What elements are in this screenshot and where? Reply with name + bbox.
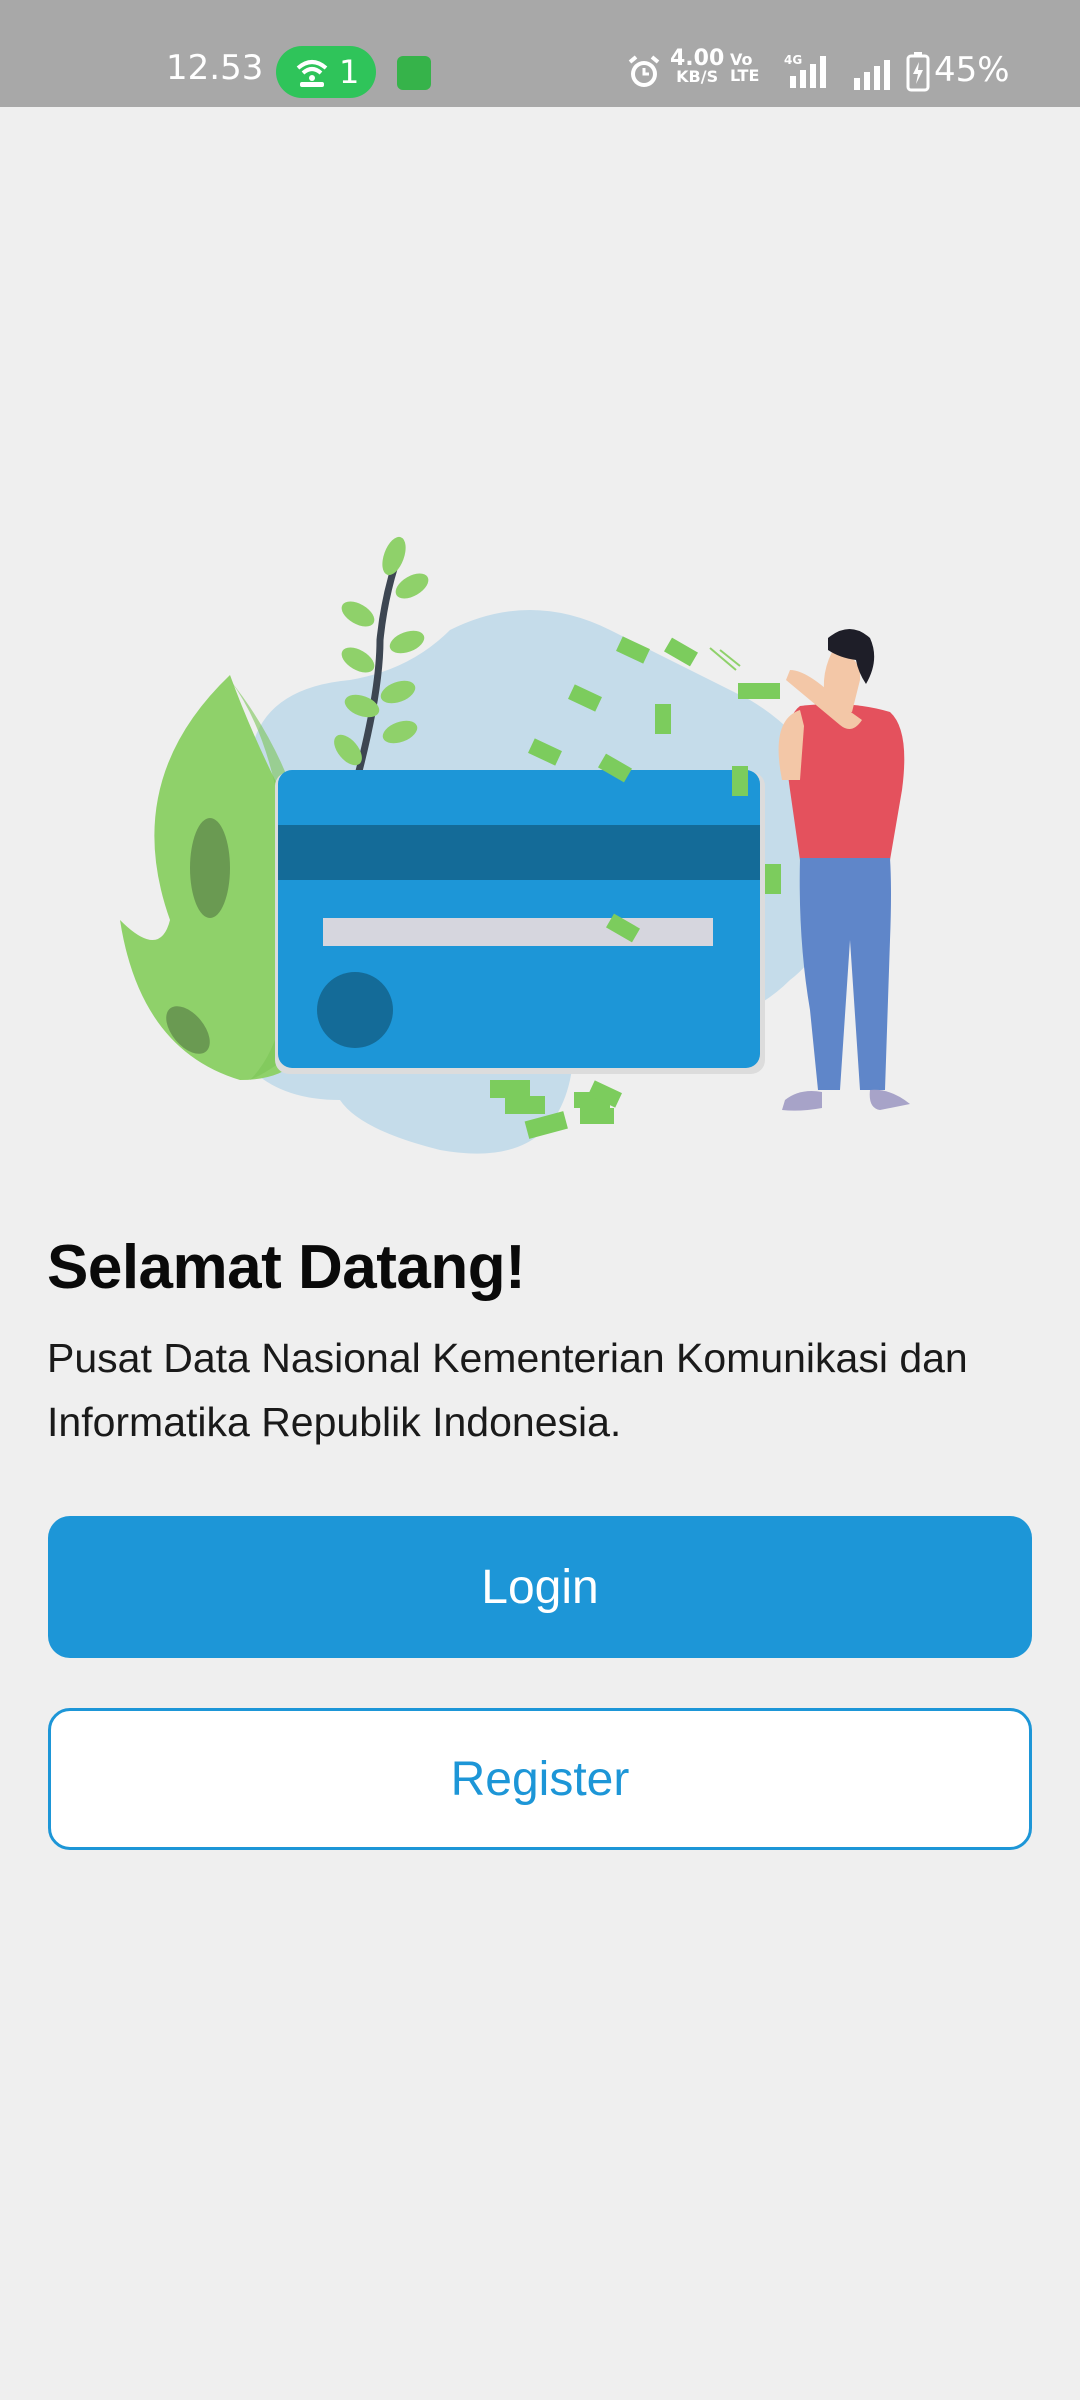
battery-charging-icon xyxy=(906,52,930,92)
status-time: 12.53 xyxy=(166,48,264,88)
svg-text:4G: 4G xyxy=(784,53,802,67)
welcome-description: Pusat Data Nasional Kementerian Komunika… xyxy=(47,1335,968,1445)
register-button[interactable]: Register xyxy=(48,1708,1032,1850)
volte-indicator: Vo LTE xyxy=(730,50,760,85)
credit-card-icon xyxy=(275,770,765,1074)
signal-icon: 4G xyxy=(784,53,826,88)
hotspot-count: 1 xyxy=(339,53,360,91)
login-button[interactable]: Login xyxy=(48,1516,1032,1658)
welcome-illustration xyxy=(120,536,910,1154)
battery-percent: 45% xyxy=(934,50,1010,90)
alarm-icon xyxy=(628,55,660,87)
app-notification-icon xyxy=(397,56,431,90)
status-bar: 12.53 1 4.00 KB/S Vo LTE 4G 45% xyxy=(0,0,1080,107)
signal-icon xyxy=(854,60,890,90)
page-title: Selamat Datang! xyxy=(47,1233,526,1302)
hotspot-pill[interactable]: 1 xyxy=(276,46,376,98)
wifi-hotspot-icon xyxy=(296,60,328,87)
network-speed: 4.00 KB/S xyxy=(670,46,725,86)
